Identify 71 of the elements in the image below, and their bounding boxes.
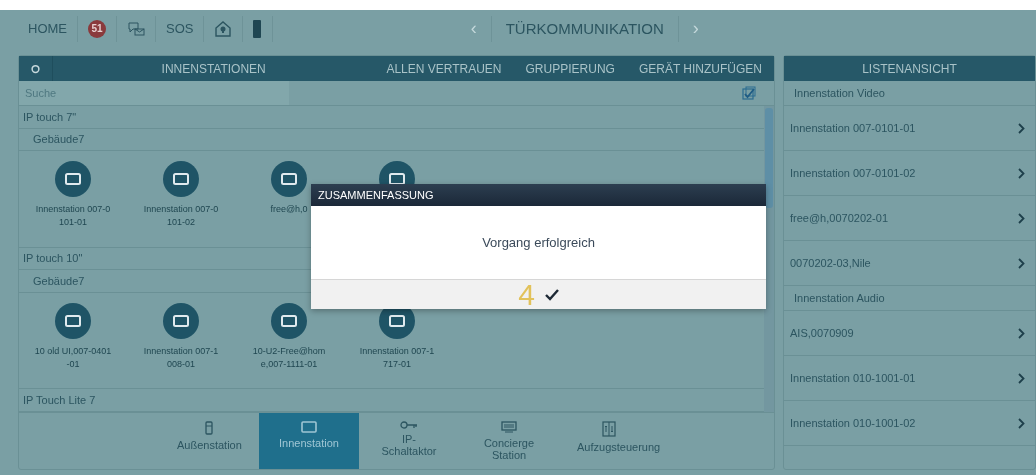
indoor-station-icon[interactable] <box>163 302 199 339</box>
list-item[interactable]: Innenstation 010-1001-01 <box>784 356 1035 401</box>
dialog-title: ZUSAMMENFASSUNG <box>311 184 766 206</box>
monitor-icon <box>501 421 517 433</box>
header-tab[interactable]: INNENSTATIONEN <box>53 56 375 81</box>
device-type-tab[interactable]: Concierge Station <box>459 413 559 469</box>
list-item[interactable]: Innenstation 007-0101-01 <box>784 106 1035 151</box>
notification-badge[interactable]: 51 <box>88 19 106 38</box>
forward-button[interactable]: › <box>678 18 713 39</box>
header-tab[interactable]: ALLEN VERTRAUEN <box>374 56 514 81</box>
screen-icon <box>173 314 189 327</box>
indoor-station-icon[interactable] <box>271 302 307 339</box>
chevron-right-icon <box>1018 417 1025 429</box>
select-all-checkbox[interactable] <box>742 86 756 100</box>
list-item[interactable]: Innenstation 007-0101-02 <box>784 151 1035 196</box>
device-label: 10 old UI,007-0401 -01 <box>34 344 112 371</box>
door-station-icon <box>205 421 213 435</box>
back-button[interactable]: ‹ <box>456 18 491 39</box>
device-label: Innenstation 007-1 008-01 <box>143 344 219 371</box>
indoor-station-icon[interactable] <box>55 302 91 339</box>
dialog-message: Vorgang erfolgreich <box>482 235 595 250</box>
screen-icon <box>389 173 405 186</box>
chevron-right-icon <box>1018 257 1025 269</box>
device-type-tab[interactable]: IP-Schaltaktor <box>359 413 459 469</box>
circle-icon[interactable] <box>31 62 40 75</box>
indoor-station-icon[interactable] <box>271 161 307 198</box>
device-type-tab[interactable]: Aufzugsteuerung <box>559 413 659 469</box>
group-header[interactable]: IP touch 7" <box>19 106 764 129</box>
house-bulb-icon[interactable] <box>214 19 233 38</box>
screen-icon <box>173 173 189 186</box>
section-header: Innenstation Audio <box>784 286 1035 311</box>
list-item[interactable]: free@h,0070202-01 <box>784 196 1035 241</box>
header-tab[interactable]: GRUPPIERUNG <box>513 56 627 81</box>
device-label: 10-U2-Free@hom e,007-1111-01 <box>252 344 326 371</box>
screen-icon <box>389 314 405 327</box>
chevron-right-icon <box>1018 122 1025 134</box>
page-title: TÜRKOMMUNIKATION <box>490 15 679 42</box>
device-label: free@h,0 <box>270 203 308 217</box>
indoor-station-icon[interactable] <box>163 161 199 198</box>
panel-title: LISTENANSICHT <box>862 61 957 76</box>
chevron-right-icon <box>1018 167 1025 179</box>
annotation-number: 4 <box>518 280 535 309</box>
elevator-icon <box>602 421 616 437</box>
screen-icon <box>65 314 81 327</box>
message-icon[interactable] <box>127 20 145 37</box>
chevron-right-icon <box>1018 212 1025 224</box>
section-header: Innenstation Video <box>784 81 1035 106</box>
header-tab[interactable]: GERÄT HINZUFÜGEN <box>626 56 774 81</box>
device-label: Innenstation 007-0 101-01 <box>35 203 111 230</box>
indoor-station-icon[interactable] <box>55 161 91 198</box>
device-label: Innenstation 007-1 717-01 <box>359 344 435 371</box>
screen-icon <box>65 173 81 186</box>
device-type-tab[interactable]: Innenstation <box>259 413 359 469</box>
screen-icon <box>281 173 297 186</box>
list-item[interactable]: Innenstation 010-1001-02 <box>784 401 1035 446</box>
key-icon <box>400 421 418 429</box>
home-button[interactable]: HOME <box>18 15 78 42</box>
list-item[interactable]: 0070202-03,Nile <box>784 241 1035 286</box>
chevron-right-icon <box>1018 372 1025 384</box>
building-header[interactable]: Gebäude7 <box>19 128 764 152</box>
screen-icon <box>281 314 297 327</box>
scrollbar[interactable] <box>764 106 774 412</box>
sos-button[interactable]: SOS <box>156 15 205 42</box>
device-label: Innenstation 007-0 101-02 <box>143 203 219 230</box>
list-item[interactable]: AIS,0070909 <box>784 311 1035 356</box>
group-header[interactable]: IP Touch Lite 7 <box>19 389 764 412</box>
chevron-right-icon <box>1018 327 1025 339</box>
checkmark-icon[interactable] <box>544 288 559 301</box>
screen-icon <box>301 421 317 433</box>
device-type-tab[interactable]: Außenstation <box>159 413 259 469</box>
door-icon[interactable] <box>253 19 263 38</box>
